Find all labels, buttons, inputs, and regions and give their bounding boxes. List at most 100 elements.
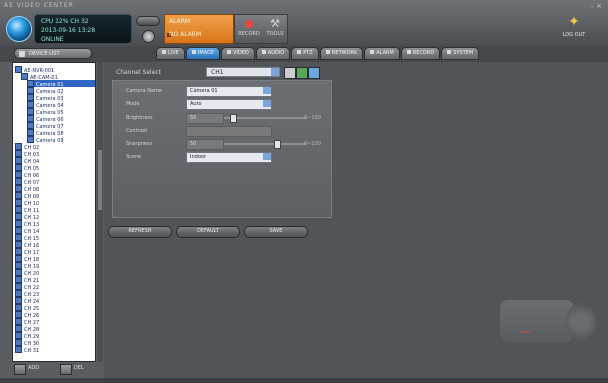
- tab-network[interactable]: NETWORK: [319, 47, 364, 60]
- camera-watermark-icon: [500, 300, 574, 342]
- tab-label: LIVE: [168, 50, 179, 56]
- tree-item[interactable]: Camera 04: [27, 101, 95, 109]
- tree-item[interactable]: CH 25: [15, 304, 95, 312]
- tree-item[interactable]: CH 26: [15, 311, 95, 319]
- tree-item[interactable]: CH 15: [15, 234, 95, 242]
- tab-icon: [261, 50, 266, 54]
- mode-select[interactable]: Auto: [186, 99, 272, 110]
- logout-button[interactable]: ✦ LOG OUT: [552, 14, 596, 44]
- device-icon: [15, 171, 22, 178]
- tree-item[interactable]: CH 30: [15, 339, 95, 347]
- sharpness-slider[interactable]: [224, 143, 306, 145]
- tree-item[interactable]: CH 12: [15, 213, 95, 221]
- status-line: CPU 12% CH 32: [41, 18, 89, 25]
- tree-item[interactable]: Camera 05: [27, 108, 95, 116]
- save-button[interactable]: SAVE: [244, 226, 308, 238]
- tree-item[interactable]: CH 03: [15, 150, 95, 158]
- sharpness-slider-knob[interactable]: [274, 140, 281, 149]
- tree-item[interactable]: AE-NVR-001: [15, 66, 95, 74]
- tree-item[interactable]: CH 22: [15, 283, 95, 291]
- channel-select[interactable]: CH1: [206, 67, 280, 77]
- tree-item[interactable]: CH 27: [15, 318, 95, 326]
- tab-system[interactable]: SYSTEM: [441, 47, 480, 60]
- device-list-header[interactable]: DEVICE LIST: [14, 48, 92, 59]
- help-button[interactable]: [308, 67, 320, 79]
- tree-item[interactable]: Camera 03: [27, 94, 95, 102]
- tab-live[interactable]: LIVE: [156, 47, 185, 60]
- tab-image[interactable]: IMAGE: [185, 47, 220, 60]
- tree-item[interactable]: CH 02: [15, 143, 95, 151]
- device-icon: [15, 150, 22, 157]
- tree-item[interactable]: CH 07: [15, 178, 95, 186]
- delete-device-button[interactable]: [60, 364, 72, 375]
- tree-item[interactable]: CH 23: [15, 290, 95, 298]
- tree-item[interactable]: Camera 02: [27, 87, 95, 95]
- tree-item[interactable]: CH 21: [15, 276, 95, 284]
- device-icon: [15, 66, 22, 73]
- device-icon: [15, 227, 22, 234]
- default-button[interactable]: DEFAULT: [176, 226, 240, 238]
- tree-item[interactable]: CH 16: [15, 241, 95, 249]
- tree-item[interactable]: AE-CAM-01: [21, 73, 95, 81]
- mode-label: Mode: [126, 101, 140, 107]
- tree-item[interactable]: CH 09: [15, 192, 95, 200]
- tree-item[interactable]: CH 14: [15, 227, 95, 235]
- tree-item[interactable]: CH 19: [15, 262, 95, 270]
- device-icon: [15, 255, 22, 262]
- tree-item[interactable]: Camera 06: [27, 115, 95, 123]
- tab-label: NETWORK: [331, 50, 358, 56]
- apply-button[interactable]: [296, 67, 308, 79]
- tab-ptz[interactable]: PTZ: [291, 47, 319, 60]
- tree-item[interactable]: CH 24: [15, 297, 95, 305]
- tree-item[interactable]: Camera 07: [27, 122, 95, 130]
- device-icon: [15, 311, 22, 318]
- camera-icon: [27, 87, 34, 94]
- tree-item[interactable]: CH 29: [15, 332, 95, 340]
- brightness-field[interactable]: 50: [186, 113, 224, 124]
- window-controls[interactable]: – ×: [590, 2, 602, 10]
- contrast-field[interactable]: [186, 126, 272, 137]
- tree-item[interactable]: CH 17: [15, 248, 95, 256]
- copy-button[interactable]: [284, 67, 296, 79]
- tree-item[interactable]: CH 11: [15, 206, 95, 214]
- tab-audio[interactable]: AUDIO: [255, 47, 291, 60]
- tree-item[interactable]: CH 05: [15, 164, 95, 172]
- add-device-button[interactable]: [14, 364, 26, 375]
- camera-icon: [27, 94, 34, 101]
- camera-name-select[interactable]: Camera 01: [186, 86, 272, 97]
- refresh-button[interactable]: REFRESH: [108, 226, 172, 238]
- tree-item[interactable]: Camera 01: [27, 80, 95, 88]
- sharpness-field[interactable]: 50: [186, 139, 224, 150]
- device-icon: [15, 332, 22, 339]
- tree-item[interactable]: Camera 08: [27, 129, 95, 137]
- device-tree[interactable]: AE-NVR-001 AE-CAM-01 Camera 01 Camera 02 Cam…: [12, 62, 96, 362]
- camera-lens-icon: [566, 302, 596, 342]
- record-button[interactable]: ● RECORD: [237, 17, 261, 37]
- tree-item[interactable]: CH 18: [15, 255, 95, 263]
- tree-item[interactable]: CH 04: [15, 157, 95, 165]
- tree-item[interactable]: CH 06: [15, 171, 95, 179]
- logout-label: LOG OUT: [562, 32, 586, 38]
- tree-item[interactable]: CH 13: [15, 220, 95, 228]
- power-button[interactable]: [142, 30, 155, 43]
- alarm-panel[interactable]: ALARM NO ALARM: [164, 14, 234, 44]
- tree-item[interactable]: CH 10: [15, 199, 95, 207]
- tree-scrollbar[interactable]: [97, 62, 103, 362]
- camera-toggle-button[interactable]: [136, 16, 160, 26]
- tree-item[interactable]: CH 20: [15, 269, 95, 277]
- tab-icon: [162, 50, 166, 54]
- channel-value: CH1: [211, 69, 224, 76]
- device-icon: [15, 304, 22, 311]
- brightness-slider-knob[interactable]: [230, 114, 237, 123]
- tree-item[interactable]: CH 28: [15, 325, 95, 333]
- tree-item[interactable]: CH 08: [15, 185, 95, 193]
- tree-item[interactable]: CH 31: [15, 346, 95, 354]
- tab-record[interactable]: RECORD: [400, 47, 441, 60]
- scene-select[interactable]: Indoor: [186, 152, 272, 163]
- tree-item[interactable]: Camera 09: [27, 136, 95, 144]
- tab-video[interactable]: VIDEO: [221, 47, 255, 60]
- tools-button[interactable]: ⚒ TOOLS: [263, 17, 287, 37]
- tree-scrollbar-thumb[interactable]: [98, 150, 102, 210]
- device-icon: [21, 73, 28, 80]
- tab-alarm[interactable]: ALARM: [364, 47, 400, 60]
